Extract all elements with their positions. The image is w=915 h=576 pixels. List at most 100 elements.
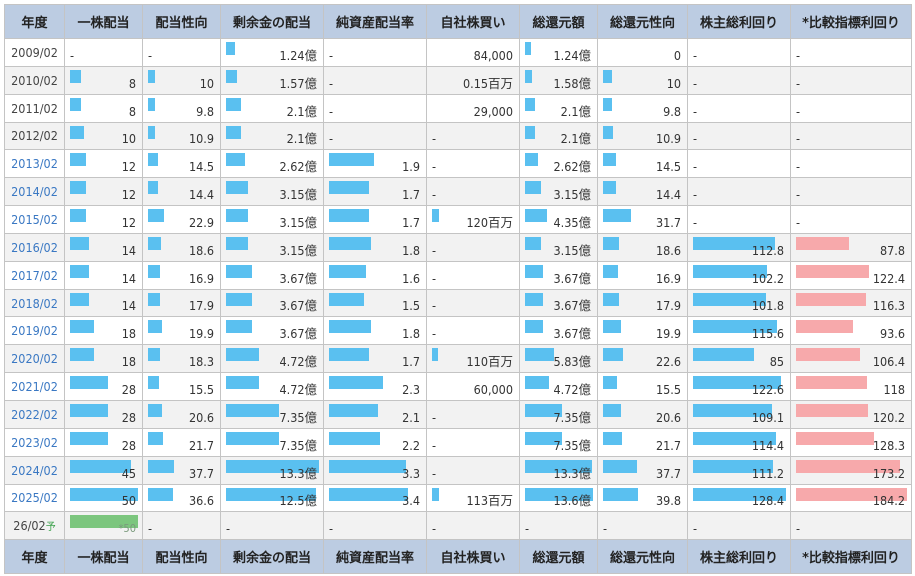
value-bar <box>148 376 159 390</box>
data-cell: - <box>790 65 912 95</box>
data-cell: 13.6億 <box>519 483 598 513</box>
cell-value: 2.62億 <box>279 159 317 175</box>
data-cell: 112.8 <box>687 232 791 262</box>
cell-value: 14.5 <box>188 159 214 175</box>
cell-value: 12 <box>121 214 136 230</box>
value-bar <box>603 97 612 111</box>
cell-value: 4.72億 <box>279 381 317 397</box>
data-cell: - <box>687 121 791 151</box>
data-cell: 85 <box>687 344 791 374</box>
data-cell: 7.35億 <box>519 399 598 429</box>
year-link[interactable]: 2023/02 <box>11 435 58 450</box>
cell-value: 14.4 <box>655 187 681 203</box>
header-dividend-per-share: 一株配当 <box>64 4 143 39</box>
cell-value: 2.1億 <box>560 131 591 147</box>
year-link[interactable]: 2025/02 <box>11 490 58 505</box>
cell-value: 0 <box>673 47 681 63</box>
year-link[interactable]: 2019/02 <box>11 323 58 338</box>
footer-payout-ratio: 配当性向 <box>142 539 221 575</box>
year-label: 2009/02 <box>11 44 58 60</box>
cell-value: 3.67億 <box>279 270 317 286</box>
year-cell: 2010/02 <box>4 65 65 95</box>
data-cell: - <box>790 121 912 151</box>
year-link[interactable]: 2016/02 <box>11 240 58 255</box>
empty-value: - <box>693 131 698 147</box>
year-cell: 26/02予 <box>4 511 65 541</box>
cell-value: 93.6 <box>879 326 905 342</box>
year-cell[interactable]: 2020/02 <box>4 344 65 374</box>
year-link[interactable]: 2020/02 <box>11 351 58 366</box>
year-link[interactable]: 2015/02 <box>11 212 58 227</box>
cell-value: 14.5 <box>655 159 681 175</box>
data-cell: - <box>790 205 912 234</box>
year-cell[interactable]: 2023/02 <box>4 427 65 457</box>
year-link[interactable]: 2021/02 <box>11 379 58 394</box>
data-cell: - <box>426 455 520 485</box>
year-cell[interactable]: 2021/02 <box>4 372 65 401</box>
data-cell: - <box>426 260 520 290</box>
value-bar <box>226 42 235 55</box>
year-label: 2011/02 <box>11 100 58 116</box>
value-bar <box>603 431 622 445</box>
year-cell[interactable]: 2025/02 <box>4 483 65 513</box>
empty-value: - <box>432 326 437 342</box>
data-cell: 28 <box>64 372 143 401</box>
value-bar <box>70 236 89 250</box>
year-link[interactable]: 2022/02 <box>11 407 58 422</box>
data-cell: 1.7 <box>323 205 427 234</box>
cell-value: 21.7 <box>188 437 214 453</box>
value-bar <box>329 264 366 278</box>
year-cell[interactable]: 2024/02 <box>4 455 65 485</box>
cell-value: 29,000 <box>473 103 513 119</box>
value-bar <box>70 320 94 334</box>
data-cell: - <box>426 511 520 541</box>
data-cell: - <box>790 93 912 123</box>
value-bar <box>70 264 89 278</box>
table-row: 2013/02 12 14.5 2.62億 1.9-2.62億 14.5- - <box>4 149 912 179</box>
year-cell[interactable]: 2015/02 <box>4 205 65 234</box>
cell-value: 1.7 <box>402 187 420 203</box>
empty-value: - <box>525 521 530 537</box>
data-cell: 10.9 <box>597 121 688 151</box>
data-cell: 10.9 <box>142 121 221 151</box>
data-cell: 120.2 <box>790 399 912 429</box>
year-link[interactable]: 2024/02 <box>11 463 58 478</box>
value-bar <box>329 181 369 195</box>
data-cell: 14 <box>64 288 143 318</box>
value-bar <box>148 69 155 83</box>
data-cell: 3.67億 <box>519 288 598 318</box>
empty-value: - <box>432 437 437 453</box>
data-cell: 128.3 <box>790 427 912 457</box>
footer-total-return: 総還元額 <box>519 539 598 575</box>
year-link[interactable]: 2017/02 <box>11 268 58 283</box>
year-cell[interactable]: 2014/02 <box>4 177 65 207</box>
table-row: 2012/02 10 10.9 2.1億 - -2.1億 10.9- - <box>4 121 912 151</box>
cell-value: 37.7 <box>188 465 214 481</box>
data-cell: - <box>426 177 520 207</box>
data-cell: - <box>426 427 520 457</box>
year-cell[interactable]: 2013/02 <box>4 149 65 179</box>
year-cell[interactable]: 2018/02 <box>4 288 65 318</box>
data-cell: 2.1億 <box>220 93 324 123</box>
year-cell[interactable]: 2017/02 <box>4 260 65 290</box>
year-cell[interactable]: 2016/02 <box>4 232 65 262</box>
value-bar <box>525 97 535 111</box>
footer-doe: 純資産配当率 <box>323 539 427 575</box>
year-link[interactable]: 2018/02 <box>11 296 58 311</box>
cell-value: *50 <box>118 522 136 536</box>
data-cell: 29,000 <box>426 93 520 123</box>
cell-value: 15.5 <box>655 381 681 397</box>
value-bar <box>226 348 259 362</box>
data-cell: 18.6 <box>597 232 688 262</box>
year-link[interactable]: 2013/02 <box>11 156 58 171</box>
data-cell: 87.8 <box>790 232 912 262</box>
year-link[interactable]: 2014/02 <box>11 184 58 199</box>
header-doe: 純資産配当率 <box>323 4 427 39</box>
cell-value: 101.8 <box>751 298 784 314</box>
cell-value: 2.1億 <box>560 103 591 119</box>
year-cell[interactable]: 2019/02 <box>4 316 65 346</box>
year-cell[interactable]: 2022/02 <box>4 399 65 429</box>
value-bar <box>148 487 173 501</box>
data-cell: 12 <box>64 205 143 234</box>
cell-value: 45 <box>121 465 136 481</box>
